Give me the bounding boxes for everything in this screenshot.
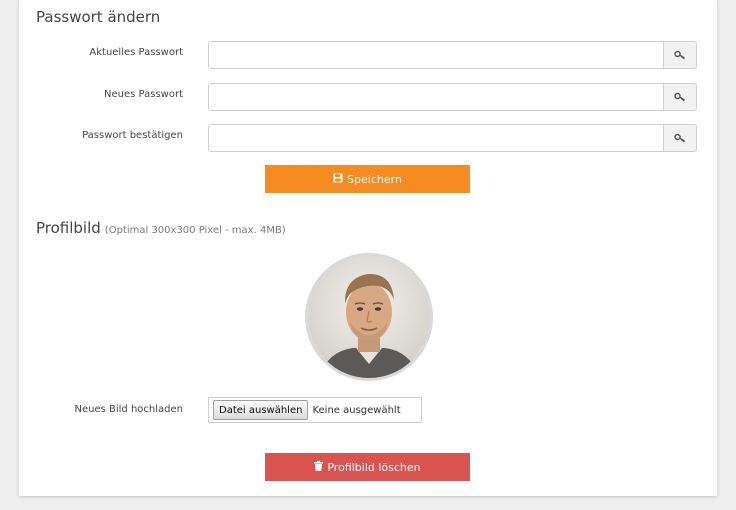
password-section-title: Passwort ändern bbox=[36, 8, 161, 26]
save-button[interactable]: Speichern bbox=[265, 165, 470, 193]
upload-label: Neues Bild hochladen bbox=[74, 404, 184, 415]
new-password-group bbox=[208, 83, 697, 111]
current-password-group bbox=[208, 41, 697, 69]
file-status-text: Keine ausgewählt bbox=[312, 404, 401, 416]
confirm-password-input[interactable] bbox=[208, 124, 663, 152]
save-icon bbox=[333, 173, 343, 186]
delete-picture-button[interactable]: Profilbild löschen bbox=[265, 453, 470, 481]
current-password-label: Aktuelles Passwort bbox=[89, 47, 183, 58]
choose-file-button[interactable]: Datei auswählen bbox=[213, 400, 309, 420]
save-button-label: Speichern bbox=[347, 172, 402, 186]
new-password-label: Neues Passwort bbox=[104, 89, 183, 100]
settings-card: Passwort ändern Aktuelles Passwort Neues… bbox=[19, 0, 717, 496]
picture-section-title: Profilbild (Optimal 300x300 Pixel - max. … bbox=[36, 219, 286, 237]
delete-button-label: Profilbild löschen bbox=[327, 460, 421, 474]
trash-icon bbox=[314, 460, 324, 474]
confirm-password-label: Passwort bestätigen bbox=[82, 130, 183, 141]
key-icon bbox=[663, 83, 697, 111]
picture-hint: (Optimal 300x300 Pixel - max. 4MB) bbox=[104, 225, 286, 236]
picture-title-text: Profilbild bbox=[36, 219, 101, 237]
file-input[interactable]: Datei auswählen Keine ausgewählt bbox=[208, 397, 422, 423]
key-icon bbox=[663, 124, 697, 152]
new-password-input[interactable] bbox=[208, 83, 663, 111]
key-icon bbox=[663, 41, 697, 69]
current-password-input[interactable] bbox=[208, 41, 663, 69]
confirm-password-group bbox=[208, 124, 697, 152]
avatar bbox=[305, 253, 433, 381]
